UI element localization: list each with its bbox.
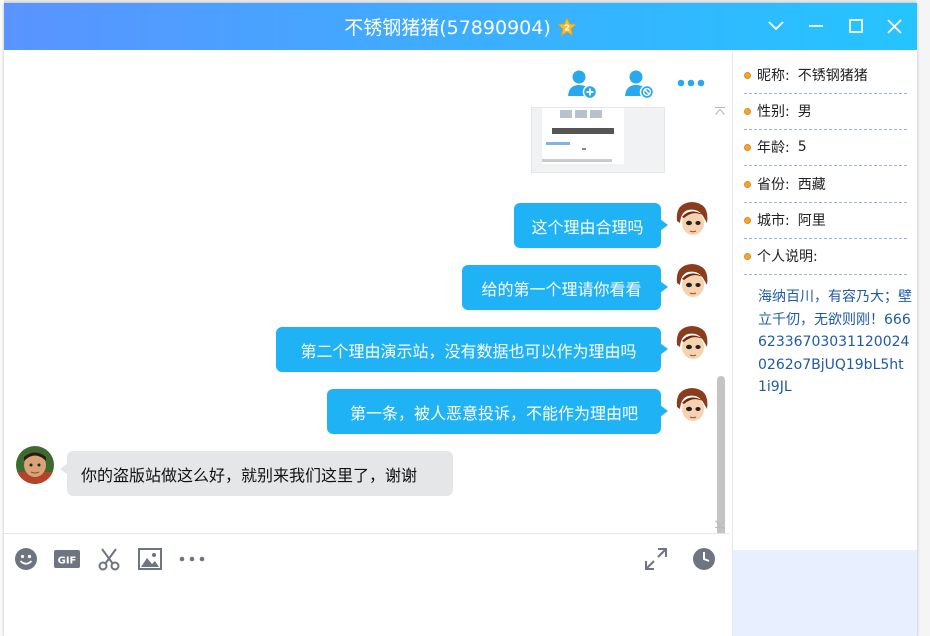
image-icon — [138, 548, 162, 570]
message-text: 你的盗版站做这么好，就别来我们这里了，谢谢 — [81, 465, 418, 485]
thumbnail-block — [590, 110, 602, 118]
profile-key: 年龄: — [757, 140, 790, 156]
title-bar[interactable]: 不锈钢猪猪(57890904) 2 — [4, 3, 917, 50]
message-text: 第一条，被人恶意投诉，不能作为理由吧 — [349, 403, 638, 423]
profile-row-nickname: 昵称: 不锈钢猪猪 — [744, 57, 907, 94]
message-bubble-outgoing[interactable]: 第一条，被人恶意投诉，不能作为理由吧 — [327, 389, 668, 434]
bullet-icon — [744, 107, 751, 115]
background-edge — [916, 0, 930, 636]
minimize-button[interactable] — [800, 11, 832, 41]
gif-button[interactable]: GIF — [53, 546, 81, 572]
profile-value: 阿里 — [797, 213, 826, 229]
bullet-icon — [744, 216, 751, 224]
add-friend-button[interactable] — [566, 68, 598, 104]
message-text: 第二个理由演示站，没有数据也可以作为理由吗 — [300, 341, 637, 361]
bullet-icon — [744, 143, 751, 151]
chevron-down-icon — [768, 21, 784, 31]
self-avatar[interactable] — [672, 385, 712, 425]
bullet-icon — [744, 252, 751, 260]
child-photo-avatar-icon — [16, 446, 54, 484]
profile-key: 昵称: — [757, 68, 790, 84]
self-avatar[interactable] — [672, 261, 712, 301]
profile-key: 城市: — [757, 213, 790, 229]
thumbnail-dot — [582, 148, 586, 150]
profile-row-province: 省份: 西藏 — [744, 166, 907, 203]
dropdown-button[interactable] — [760, 11, 792, 41]
profile-key: 性别: — [757, 104, 790, 120]
thumbnail-line — [546, 142, 570, 145]
message-text: 给的第一个理请你看看 — [481, 279, 642, 299]
image-button[interactable] — [136, 546, 164, 572]
maximize-button[interactable] — [840, 11, 872, 41]
maximize-icon — [849, 19, 863, 33]
message-bubble-outgoing[interactable]: 第二个理由演示站，没有数据也可以作为理由吗 — [276, 327, 668, 372]
profile-value: 西藏 — [797, 177, 826, 193]
block-user-icon — [625, 70, 655, 100]
self-avatar[interactable] — [672, 199, 712, 239]
more-icon — [179, 556, 205, 562]
anime-avatar-icon — [672, 323, 712, 363]
thumbnail-footer — [542, 159, 612, 162]
profile-row-gender: 性别: 男 — [744, 93, 907, 130]
profile-value: 男 — [797, 104, 812, 120]
profile-row-city: 城市: 阿里 — [744, 202, 907, 239]
anime-avatar-icon — [672, 261, 712, 301]
bullet-icon — [744, 180, 751, 188]
profile-value: 不锈钢猪猪 — [797, 68, 868, 84]
anime-avatar-icon — [672, 199, 712, 239]
gif-icon: GIF — [54, 550, 80, 568]
chat-scrollbar[interactable] — [714, 106, 726, 533]
anime-avatar-icon — [672, 385, 712, 425]
message-bubble-outgoing[interactable]: 这个理由合理吗 — [514, 203, 668, 248]
add-friend-icon — [568, 70, 598, 100]
profile-value: 5 — [797, 139, 807, 155]
thumbnail-page — [542, 108, 624, 164]
more-options-icon — [677, 79, 705, 87]
self-avatar[interactable] — [672, 323, 712, 363]
thumbnail-block — [560, 110, 572, 118]
history-button[interactable] — [690, 546, 718, 572]
message-text: 这个理由合理吗 — [531, 217, 644, 237]
image-message-thumbnail[interactable] — [531, 107, 665, 173]
thumbnail-block — [575, 110, 587, 118]
more-tools-button[interactable] — [178, 546, 206, 572]
scroll-thumb[interactable] — [717, 376, 725, 533]
close-icon — [886, 18, 902, 34]
profile-row-bio: 个人说明: — [744, 238, 907, 275]
window-title: 不锈钢猪猪(57890904) — [344, 17, 551, 39]
thumbnail-bar — [552, 128, 614, 134]
message-input[interactable] — [4, 583, 729, 636]
profile-panel-footer — [732, 550, 917, 636]
scroll-top-icon[interactable] — [714, 106, 726, 116]
vip-star-icon: 2 — [556, 16, 577, 37]
scroll-bottom-icon[interactable] — [714, 519, 726, 529]
emoji-button[interactable] — [12, 546, 40, 572]
expand-icon — [645, 548, 667, 570]
chat-area[interactable]: 这个理由合理吗 给的第一个理请你看看 第二个理由演示站，没有数据也可以作为理由吗… — [4, 50, 729, 533]
emoji-icon — [15, 548, 37, 570]
profile-row-age: 年龄: 5 — [744, 129, 907, 166]
profile-key: 个人说明: — [757, 249, 818, 265]
expand-button[interactable] — [642, 546, 670, 572]
profile-bio-text: 海纳百川，有容乃大；壁立千仞，无欲则刚！66662336703031120024… — [758, 289, 912, 395]
more-options-button[interactable] — [677, 72, 705, 98]
block-user-button[interactable] — [623, 68, 655, 104]
message-bubble-incoming[interactable]: 你的盗版站做这么好，就别来我们这里了，谢谢 — [60, 451, 453, 496]
gif-label: GIF — [58, 556, 77, 567]
minimize-icon — [809, 25, 823, 27]
close-button[interactable] — [878, 11, 910, 41]
profile-key: 省份: — [757, 177, 790, 193]
history-clock-icon — [693, 548, 715, 570]
message-bubble-outgoing[interactable]: 给的第一个理请你看看 — [462, 265, 668, 310]
scissors-icon — [98, 548, 120, 571]
profile-panel: 昵称: 不锈钢猪猪 性别: 男 年龄: 5 省份: 西藏 城市: 阿里 个人说明… — [732, 50, 917, 550]
screenshot-button[interactable] — [95, 546, 123, 572]
contact-avatar[interactable] — [16, 446, 54, 484]
bullet-icon — [744, 71, 751, 79]
chat-window: 不锈钢猪猪(57890904) 2 这个理由合理吗 给的第一个理请你看看 第二个… — [4, 3, 917, 636]
vip-level-label: 2 — [564, 23, 570, 32]
input-toolbar: GIF — [4, 533, 729, 584]
